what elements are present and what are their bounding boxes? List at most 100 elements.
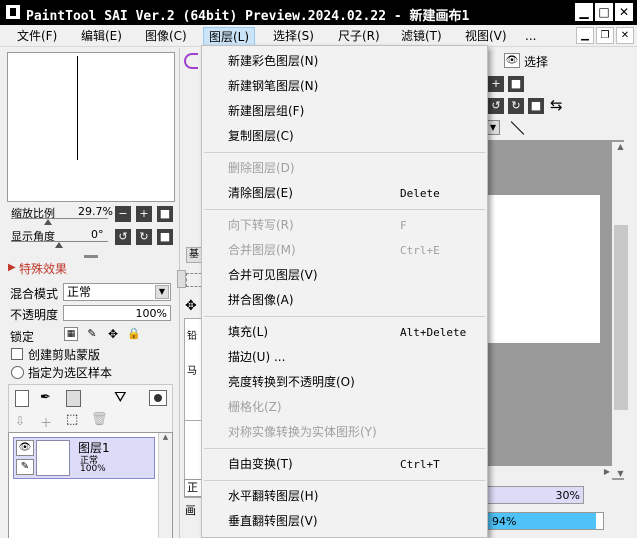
lock-all-icon[interactable]: 🔒 (127, 327, 141, 341)
panel-scroll-handle[interactable] (177, 270, 186, 288)
menu-more[interactable]: ... (520, 27, 541, 46)
navigator-preview[interactable] (7, 52, 175, 202)
opacity-slider[interactable]: 100% (63, 305, 171, 321)
new-pen-layer-icon[interactable]: ✒ (40, 390, 51, 405)
stop-button[interactable]: ■ (528, 98, 544, 114)
lock-move-icon[interactable]: ✥ (106, 327, 120, 341)
trash-icon[interactable]: 🗑 (91, 412, 108, 427)
layer-menu-item: 向下转写(R) F (202, 213, 487, 238)
clipping-mask-checkbox[interactable] (11, 348, 23, 360)
zoom-out-button[interactable]: − (115, 206, 131, 222)
clipping-mask-label: 创建剪贴蒙版 (28, 348, 101, 362)
square-button[interactable]: ■ (508, 76, 524, 92)
eye-icon[interactable]: 👁 (504, 53, 520, 68)
layer-mask-icon[interactable] (149, 390, 167, 406)
menu-view[interactable]: 视图(V) (460, 27, 512, 46)
menu-layer[interactable]: 图层(L) (203, 27, 256, 46)
blend-mode-value: 正常 (67, 285, 92, 299)
selection-tool-icon[interactable]: ⛛ (114, 388, 127, 406)
mdi-minimize-button[interactable]: ▁ (576, 27, 594, 44)
layer-menu-item[interactable]: 清除图层(E) Delete (202, 181, 487, 206)
menu-ruler[interactable]: 尺子(R) (333, 27, 385, 46)
special-effects-label[interactable]: 特殊效果 (19, 260, 67, 277)
menu-image[interactable]: 图像(C) (140, 27, 192, 46)
layer-menu-item[interactable]: 复制图层(C) (202, 124, 487, 149)
menu-separator (204, 209, 485, 210)
zoom-status-bar[interactable]: 30% (486, 486, 584, 504)
pencil-icon[interactable]: ✎ (16, 459, 34, 475)
rotate-right-button[interactable]: ↻ (136, 229, 152, 245)
expand-arrow-icon[interactable]: ▶ (8, 262, 16, 273)
zoom-slider-track[interactable] (11, 218, 108, 219)
menu-item-label: 垂直翻转图层(V) (228, 514, 318, 528)
add-icon[interactable]: ＋ (40, 414, 52, 431)
partial-move-icon[interactable]: ✥ (185, 298, 197, 314)
mdi-restore-button[interactable]: ❐ (596, 27, 614, 44)
partial-selection-icon[interactable] (186, 273, 202, 287)
canvas-page[interactable] (486, 195, 600, 343)
layer-menu-item[interactable]: 新建图层组(F) (202, 99, 487, 124)
maximize-button[interactable]: □ (595, 3, 613, 21)
minimize-button[interactable]: ▁ (575, 3, 593, 21)
lock-paint-icon[interactable]: ✎ (85, 327, 99, 341)
close-button[interactable]: ✕ (615, 3, 633, 21)
layer-menu-item[interactable]: 自由变换(T) Ctrl+T (202, 452, 487, 477)
rotate-reset-button[interactable]: ■ (157, 229, 173, 245)
add-button[interactable]: + (488, 76, 504, 92)
layer-menu-item[interactable]: 垂直翻转图层(V) (202, 509, 487, 534)
chevron-down-icon[interactable]: ▼ (486, 120, 500, 135)
layer-row[interactable]: 👁 ✎ 图层1 正常 100% (13, 437, 155, 479)
canvas-vscroll-thumb[interactable] (614, 225, 628, 410)
blend-mode-select[interactable]: 正常 ▼ (63, 283, 171, 301)
layer-menu-item[interactable]: 合并可见图层(V) (202, 263, 487, 288)
rotate-ccw-button[interactable]: ↺ (488, 98, 504, 114)
layer-menu-item[interactable]: 水平翻转图层(H) (202, 484, 487, 509)
menu-item-label: 删除图层(D) (228, 161, 295, 175)
partial-brush-text-2: 马 (187, 366, 197, 377)
zoom-in-button[interactable]: + (136, 206, 152, 222)
menu-item-label: 清除图层(E) (228, 186, 293, 200)
menu-item-label: 自由变换(T) (228, 457, 293, 471)
scroll-right-icon[interactable]: ▶ (604, 467, 610, 476)
lock-transparency-icon[interactable]: ▦ (64, 327, 78, 341)
zoom-reset-button[interactable]: ■ (157, 206, 173, 222)
menu-item-label: 向下转写(R) (228, 218, 294, 232)
line-tool-icon[interactable] (510, 120, 526, 136)
swap-arrows-icon[interactable]: ⇆ (550, 96, 563, 114)
rotate-cw-button[interactable]: ↻ (508, 98, 524, 114)
selection-source-radio[interactable] (11, 366, 24, 379)
angle-slider-handle[interactable] (55, 242, 63, 248)
clear-layer-icon[interactable]: ⬚ (66, 412, 78, 427)
rotate-left-button[interactable]: ↺ (115, 229, 131, 245)
menu-filter[interactable]: 滤镜(T) (396, 27, 447, 46)
menu-item-label: 亮度转换到不透明度(O) (228, 375, 355, 389)
menu-item-shortcut: Ctrl+T (400, 458, 440, 471)
partial-select-text[interactable]: 正 (184, 479, 202, 497)
scroll-up-icon[interactable]: ▲ (612, 142, 629, 151)
menu-edit[interactable]: 编辑(E) (76, 27, 127, 46)
canvas-hscroll[interactable]: ▶ (486, 466, 612, 480)
memory-status-value: 94% (492, 515, 517, 528)
menu-file[interactable]: 文件(F) (12, 27, 62, 46)
menu-select[interactable]: 选择(S) (268, 27, 319, 46)
layer-menu-item[interactable]: 描边(U) ... (202, 345, 487, 370)
new-layer-icon[interactable] (15, 390, 29, 407)
mdi-close-button[interactable]: ✕ (616, 27, 634, 44)
merge-down-icon[interactable]: ⇩ (15, 414, 25, 428)
layer-menu-item[interactable]: 拼合图像(A) (202, 288, 487, 313)
layer-menu-item[interactable]: 新建钢笔图层(N) (202, 74, 487, 99)
panel-splitter-handle[interactable] (84, 255, 98, 258)
new-folder-icon[interactable] (66, 390, 81, 407)
color-wheel-icon[interactable] (184, 53, 198, 69)
partial-tab-1[interactable]: 基 (186, 247, 202, 263)
scroll-down-icon[interactable]: ▼ (612, 469, 629, 478)
scroll-up-icon[interactable]: ▲ (159, 433, 172, 441)
layer-menu-item[interactable]: 新建彩色图层(N) (202, 49, 487, 74)
zoom-slider-handle[interactable] (44, 219, 52, 225)
eye-icon[interactable]: 👁 (16, 440, 34, 456)
layer-menu-item[interactable]: 亮度转换到不透明度(O) (202, 370, 487, 395)
menu-item-shortcut: F (400, 219, 407, 232)
layer-menu-item[interactable]: 填充(L) Alt+Delete (202, 320, 487, 345)
layer-list-scrollbar[interactable]: ▲ ▼ (158, 433, 172, 538)
menu-item-label: 填充(L) (228, 325, 269, 339)
